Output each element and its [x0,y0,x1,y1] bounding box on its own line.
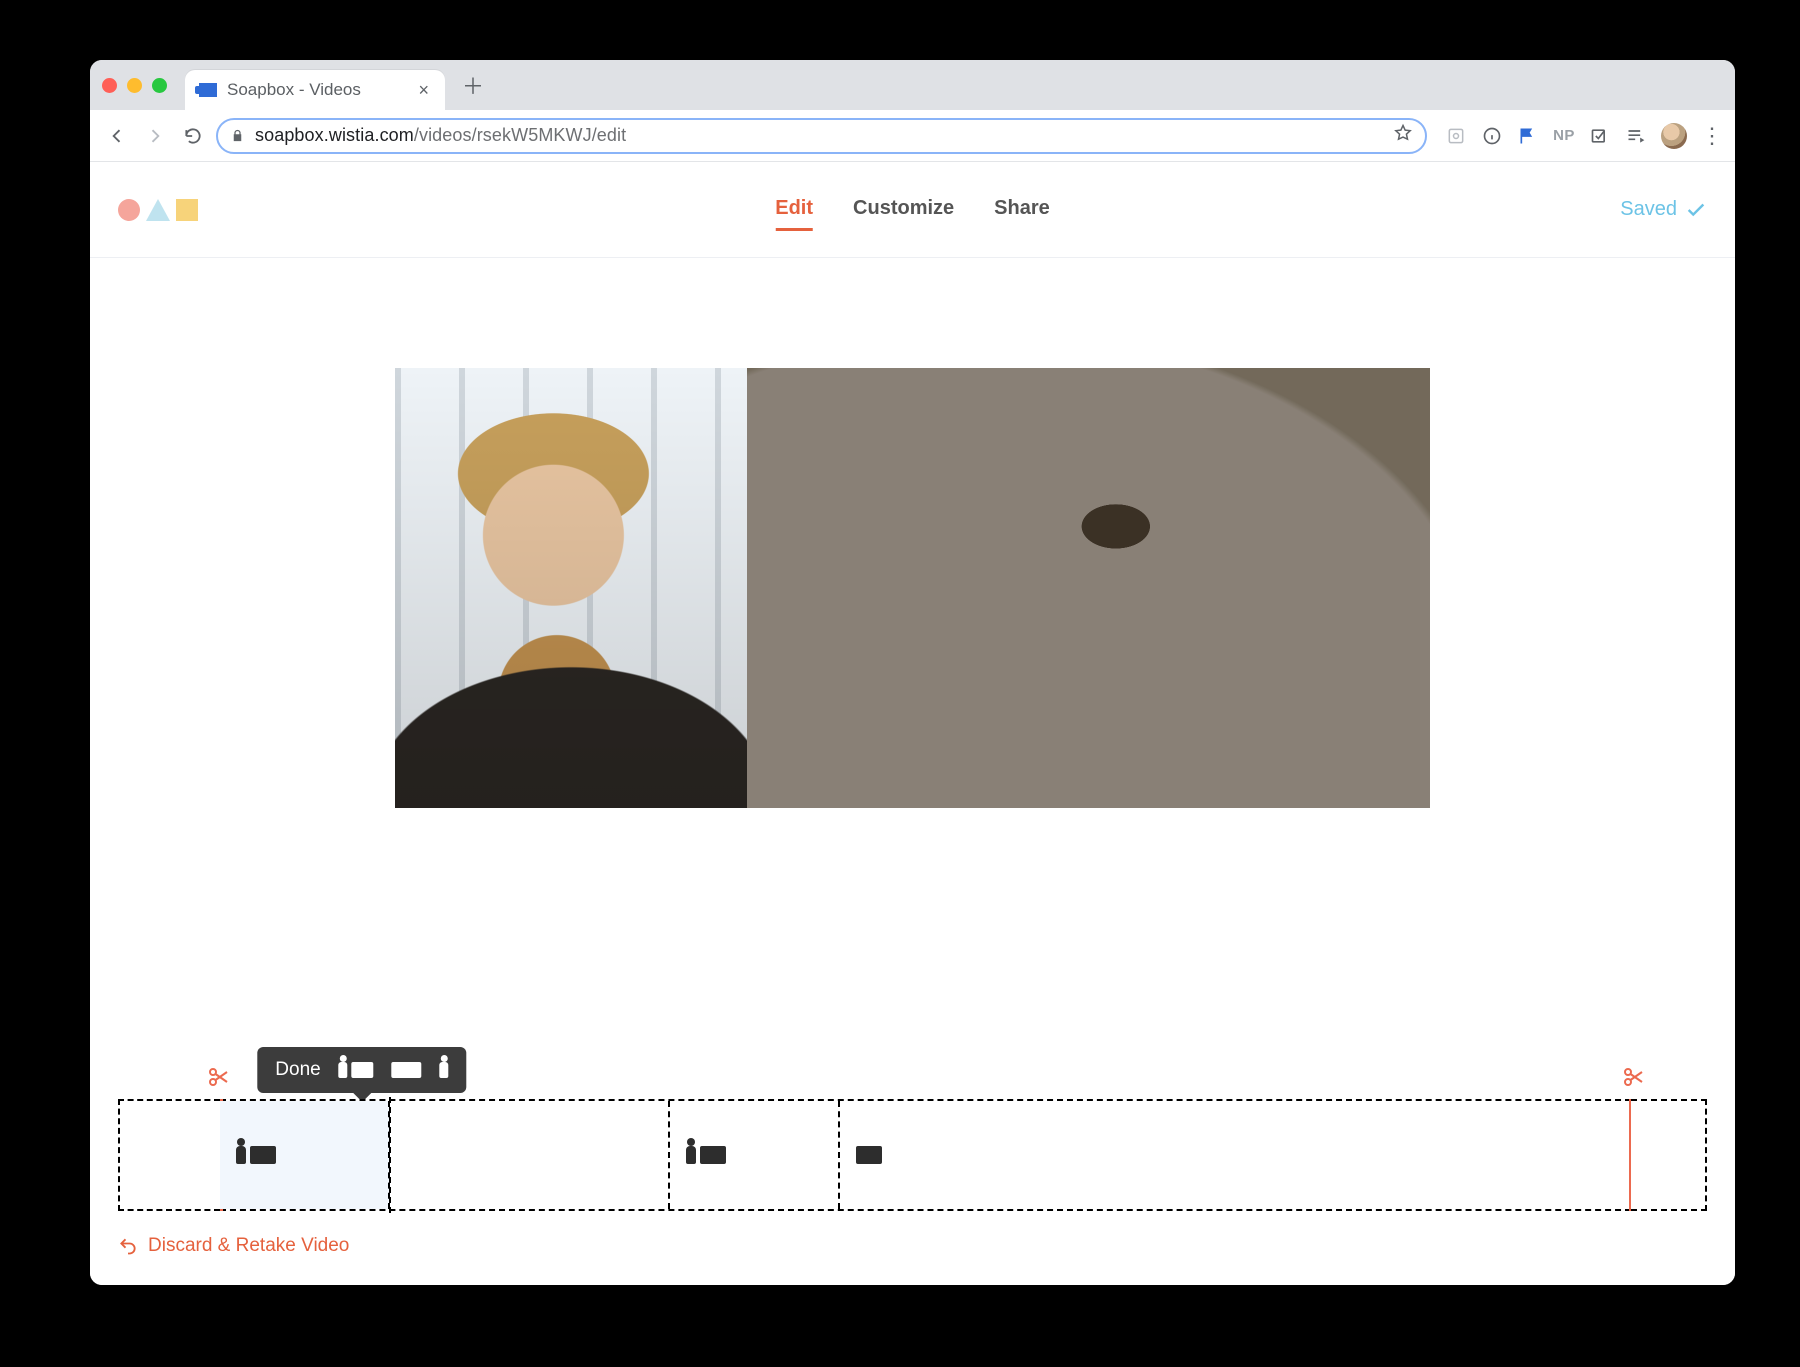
browser-window: Soapbox - Videos × ＋ soapbox.wistia.com/… [90,60,1735,1285]
trimmed-region-start[interactable] [118,1099,220,1211]
discard-label: Discard & Retake Video [148,1235,349,1257]
back-button[interactable] [102,121,132,151]
save-status: Saved [1620,198,1707,221]
bookmark-star-icon[interactable] [1393,123,1413,148]
info-icon[interactable] [1481,125,1503,147]
logo-circle-icon [118,199,140,221]
person-icon [339,1062,348,1078]
browser-tab[interactable]: Soapbox - Videos × [185,70,445,110]
tooltip-done-label[interactable]: Done [275,1059,320,1081]
logo-square-icon [176,199,198,221]
header-tabs: Edit Customize Share [775,189,1050,231]
np-extension-badge[interactable]: NP [1553,125,1575,147]
tab-title: Soapbox - Videos [227,80,408,100]
video-preview[interactable] [395,368,1430,808]
app-header: Edit Customize Share Saved [90,162,1735,258]
reload-button[interactable] [178,121,208,151]
titlebar: Soapbox - Videos × ＋ [90,60,1735,110]
app-page: Edit Customize Share Saved Done [90,162,1735,1285]
screen-icon [352,1062,374,1078]
check-icon [1685,199,1707,221]
tab-edit[interactable]: Edit [775,189,813,231]
webcam-pane [395,368,747,808]
logo-triangle-icon [146,199,170,221]
trimmed-region-end[interactable] [1631,1099,1707,1211]
playlist-icon[interactable] [1625,125,1647,147]
trim-start-handle[interactable] [206,1065,230,1094]
person-icon [440,1062,449,1078]
trim-end-handle[interactable] [1621,1065,1645,1094]
segment-1[interactable] [220,1101,390,1209]
flag-icon[interactable] [1517,125,1539,147]
profile-avatar[interactable] [1661,123,1687,149]
extensions-area: NP ⋮ [1445,123,1723,149]
timeline-area: Done [90,1099,1735,1211]
soapbox-logo[interactable] [118,199,198,221]
address-bar[interactable]: soapbox.wistia.com/videos/rsekW5MKWJ/edi… [216,118,1427,154]
close-window-button[interactable] [102,78,117,93]
tab-customize[interactable]: Customize [853,189,954,231]
layout-option-split[interactable] [339,1062,374,1078]
minimize-window-button[interactable] [127,78,142,93]
active-range [220,1099,1631,1211]
window-controls [102,78,167,93]
discard-retake-button[interactable]: Discard & Retake Video [118,1235,349,1257]
lock-icon [230,128,245,143]
new-tab-button[interactable]: ＋ [459,71,487,99]
segment-3[interactable] [670,1101,840,1209]
layout-tooltip: Done [257,1047,466,1093]
undo-icon [118,1236,138,1256]
save-status-label: Saved [1620,198,1677,221]
fullscreen-window-button[interactable] [152,78,167,93]
layout-option-webcam-only[interactable] [440,1062,449,1078]
checkbox-edit-icon[interactable] [1589,125,1611,147]
screen-pane [747,368,1430,808]
favicon-icon [199,83,217,97]
segment-layout-split-icon [236,1146,276,1164]
browser-menu-button[interactable]: ⋮ [1701,123,1723,149]
screen-icon [392,1062,422,1078]
browser-toolbar: soapbox.wistia.com/videos/rsekW5MKWJ/edi… [90,110,1735,162]
segment-layout-screen-icon [856,1146,882,1164]
extension-icon-1[interactable] [1445,125,1467,147]
segment-layout-split-icon [686,1146,726,1164]
layout-option-screen-only[interactable] [392,1062,422,1078]
url-host: soapbox.wistia.com [255,125,414,145]
tab-share[interactable]: Share [994,189,1050,231]
segment-4[interactable] [840,1101,1631,1209]
forward-button[interactable] [140,121,170,151]
url-text: soapbox.wistia.com/videos/rsekW5MKWJ/edi… [255,125,1383,146]
url-path: /videos/rsekW5MKWJ/edit [414,125,626,145]
segment-2[interactable] [390,1101,670,1209]
timeline[interactable] [118,1099,1707,1211]
close-tab-button[interactable]: × [418,80,429,101]
